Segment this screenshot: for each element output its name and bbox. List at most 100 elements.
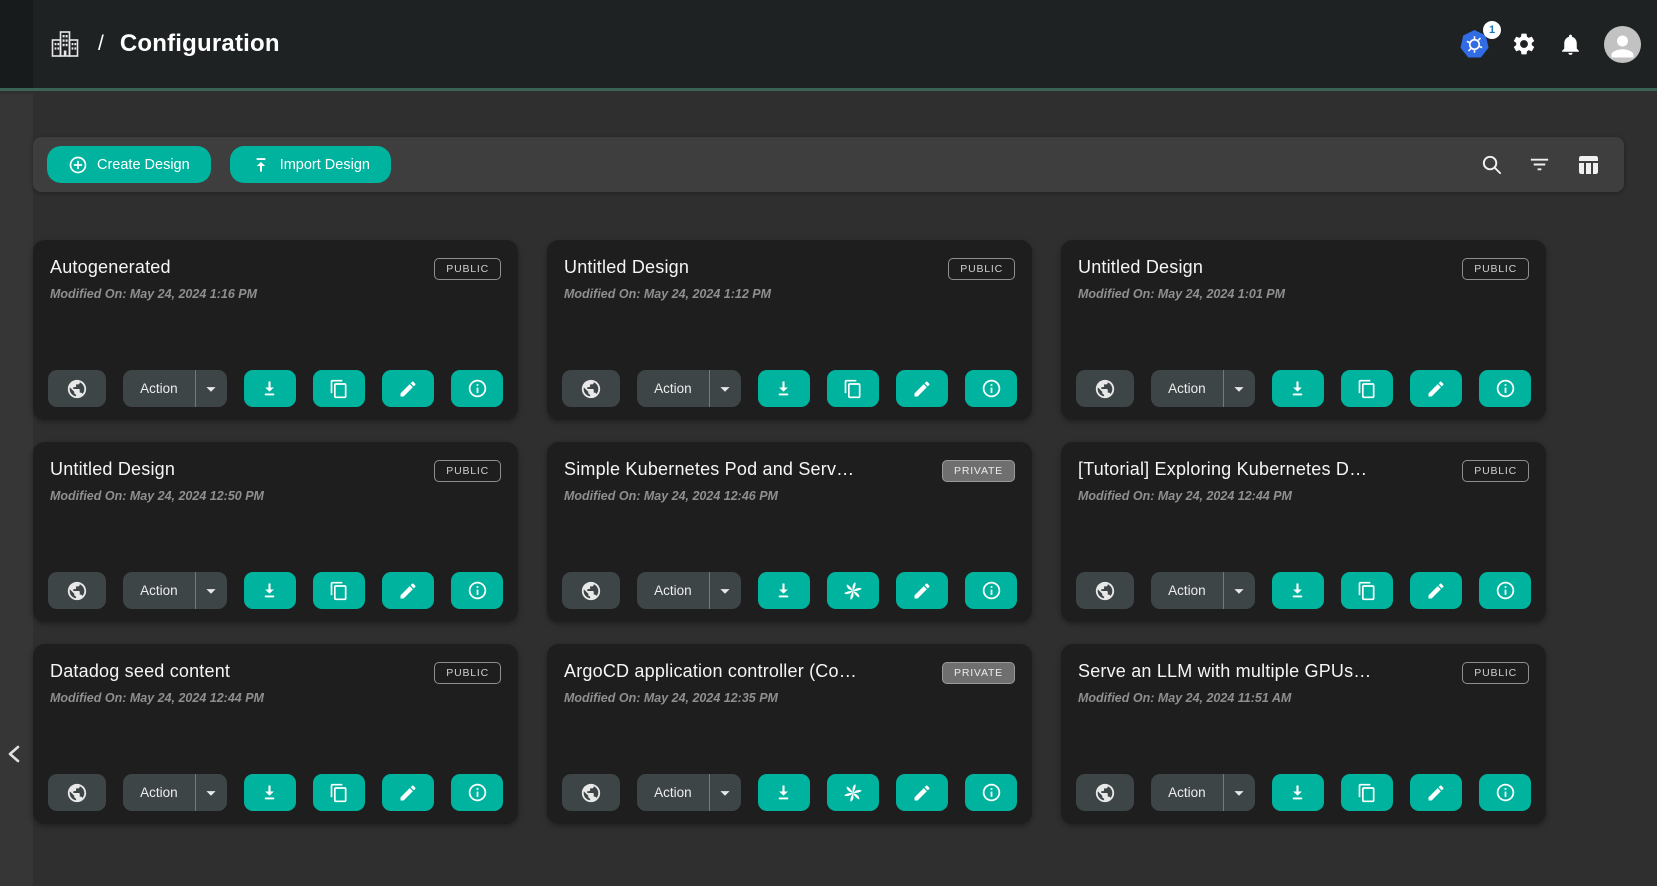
action-dropdown-button[interactable] — [1223, 572, 1255, 609]
download-button[interactable] — [758, 572, 810, 609]
swirl-button[interactable] — [827, 572, 879, 609]
edit-button[interactable] — [896, 572, 948, 609]
edit-button[interactable] — [382, 370, 434, 407]
notifications-button[interactable] — [1558, 32, 1583, 57]
globe-icon — [1094, 782, 1116, 804]
card-title: Datadog seed content — [50, 661, 230, 682]
card-title: ArgoCD application controller (Co… — [564, 661, 857, 682]
info-button[interactable] — [1479, 572, 1531, 609]
design-card[interactable]: Serve an LLM with multiple GPUs… PUBLIC … — [1061, 644, 1546, 824]
download-button[interactable] — [758, 774, 810, 811]
download-button[interactable] — [758, 370, 810, 407]
download-button[interactable] — [1272, 774, 1324, 811]
search-button[interactable] — [1480, 153, 1503, 176]
download-button[interactable] — [1272, 370, 1324, 407]
action-dropdown-button[interactable] — [195, 572, 227, 609]
card-actions: Action — [562, 774, 1017, 811]
copy-button[interactable] — [1341, 774, 1393, 811]
action-button[interactable]: Action — [1151, 572, 1223, 609]
user-avatar-button[interactable] — [1604, 26, 1641, 63]
visibility-badge: PUBLIC — [1462, 460, 1529, 482]
info-button[interactable] — [965, 572, 1017, 609]
action-button[interactable]: Action — [123, 370, 195, 407]
download-button[interactable] — [244, 370, 296, 407]
download-icon — [1287, 378, 1308, 399]
edit-button[interactable] — [1410, 572, 1462, 609]
design-card[interactable]: Autogenerated PUBLIC Modified On: May 24… — [33, 240, 518, 420]
import-design-button[interactable]: Import Design — [230, 146, 391, 183]
action-button[interactable]: Action — [1151, 370, 1223, 407]
design-card[interactable]: Simple Kubernetes Pod and Serv… PRIVATE … — [547, 442, 1032, 622]
visibility-globe-button[interactable] — [1076, 370, 1134, 407]
download-button[interactable] — [244, 572, 296, 609]
copy-button[interactable] — [313, 774, 365, 811]
download-button[interactable] — [1272, 572, 1324, 609]
edit-button[interactable] — [382, 774, 434, 811]
action-dropdown-button[interactable] — [709, 774, 741, 811]
copy-button[interactable] — [1341, 370, 1393, 407]
action-button[interactable]: Action — [637, 774, 709, 811]
kubernetes-context-button[interactable]: 1 — [1459, 29, 1490, 60]
action-button[interactable]: Action — [123, 774, 195, 811]
info-button[interactable] — [451, 774, 503, 811]
download-icon — [1287, 580, 1308, 601]
info-button[interactable] — [451, 370, 503, 407]
info-button[interactable] — [965, 370, 1017, 407]
action-button[interactable]: Action — [637, 572, 709, 609]
action-dropdown-button[interactable] — [1223, 370, 1255, 407]
edit-button[interactable] — [1410, 370, 1462, 407]
design-card[interactable]: Untitled Design PUBLIC Modified On: May … — [547, 240, 1032, 420]
visibility-globe-button[interactable] — [562, 774, 620, 811]
edit-button[interactable] — [896, 774, 948, 811]
info-button[interactable] — [1479, 370, 1531, 407]
design-card-grid: Autogenerated PUBLIC Modified On: May 24… — [33, 240, 1546, 824]
configuration-page: / Configuration — [0, 0, 1657, 886]
create-design-button[interactable]: Create Design — [47, 146, 211, 183]
info-button[interactable] — [451, 572, 503, 609]
designs-toolbar: Create Design Import Design — [33, 137, 1624, 192]
visibility-globe-button[interactable] — [48, 572, 106, 609]
action-dropdown-button[interactable] — [1223, 774, 1255, 811]
filter-button[interactable] — [1528, 153, 1551, 176]
table-view-button[interactable] — [1576, 153, 1600, 177]
copy-button[interactable] — [313, 370, 365, 407]
action-dropdown-button[interactable] — [195, 774, 227, 811]
action-dropdown-button[interactable] — [709, 370, 741, 407]
card-title: Simple Kubernetes Pod and Serv… — [564, 459, 854, 480]
visibility-globe-button[interactable] — [1076, 572, 1134, 609]
visibility-badge: PRIVATE — [942, 662, 1015, 684]
visibility-globe-button[interactable] — [48, 774, 106, 811]
modified-on: Modified On: May 24, 2024 1:01 PM — [1078, 287, 1529, 301]
edit-button[interactable] — [382, 572, 434, 609]
copy-button[interactable] — [827, 370, 879, 407]
visibility-globe-button[interactable] — [48, 370, 106, 407]
swirl-button[interactable] — [827, 774, 879, 811]
copy-icon — [329, 379, 349, 399]
action-dropdown-button[interactable] — [195, 370, 227, 407]
info-button[interactable] — [1479, 774, 1531, 811]
copy-button[interactable] — [1341, 572, 1393, 609]
action-dropdown-button[interactable] — [709, 572, 741, 609]
design-card[interactable]: ArgoCD application controller (Co… PRIVA… — [547, 644, 1032, 824]
visibility-globe-button[interactable] — [562, 370, 620, 407]
edit-button[interactable] — [896, 370, 948, 407]
modified-on: Modified On: May 24, 2024 12:50 PM — [50, 489, 501, 503]
navigator-collapse-button[interactable] — [1, 738, 29, 770]
design-card[interactable]: Datadog seed content PUBLIC Modified On:… — [33, 644, 518, 824]
swirl-icon — [841, 579, 865, 603]
visibility-globe-button[interactable] — [1076, 774, 1134, 811]
settings-button[interactable] — [1511, 31, 1537, 57]
download-button[interactable] — [244, 774, 296, 811]
copy-button[interactable] — [313, 572, 365, 609]
action-button[interactable]: Action — [1151, 774, 1223, 811]
action-button[interactable]: Action — [123, 572, 195, 609]
breadcrumb: / Configuration — [48, 27, 280, 61]
edit-button[interactable] — [1410, 774, 1462, 811]
publish-upload-icon — [251, 155, 271, 175]
design-card[interactable]: Untitled Design PUBLIC Modified On: May … — [1061, 240, 1546, 420]
visibility-globe-button[interactable] — [562, 572, 620, 609]
info-button[interactable] — [965, 774, 1017, 811]
design-card[interactable]: Untitled Design PUBLIC Modified On: May … — [33, 442, 518, 622]
design-card[interactable]: [Tutorial] Exploring Kubernetes D… PUBLI… — [1061, 442, 1546, 622]
action-button[interactable]: Action — [637, 370, 709, 407]
